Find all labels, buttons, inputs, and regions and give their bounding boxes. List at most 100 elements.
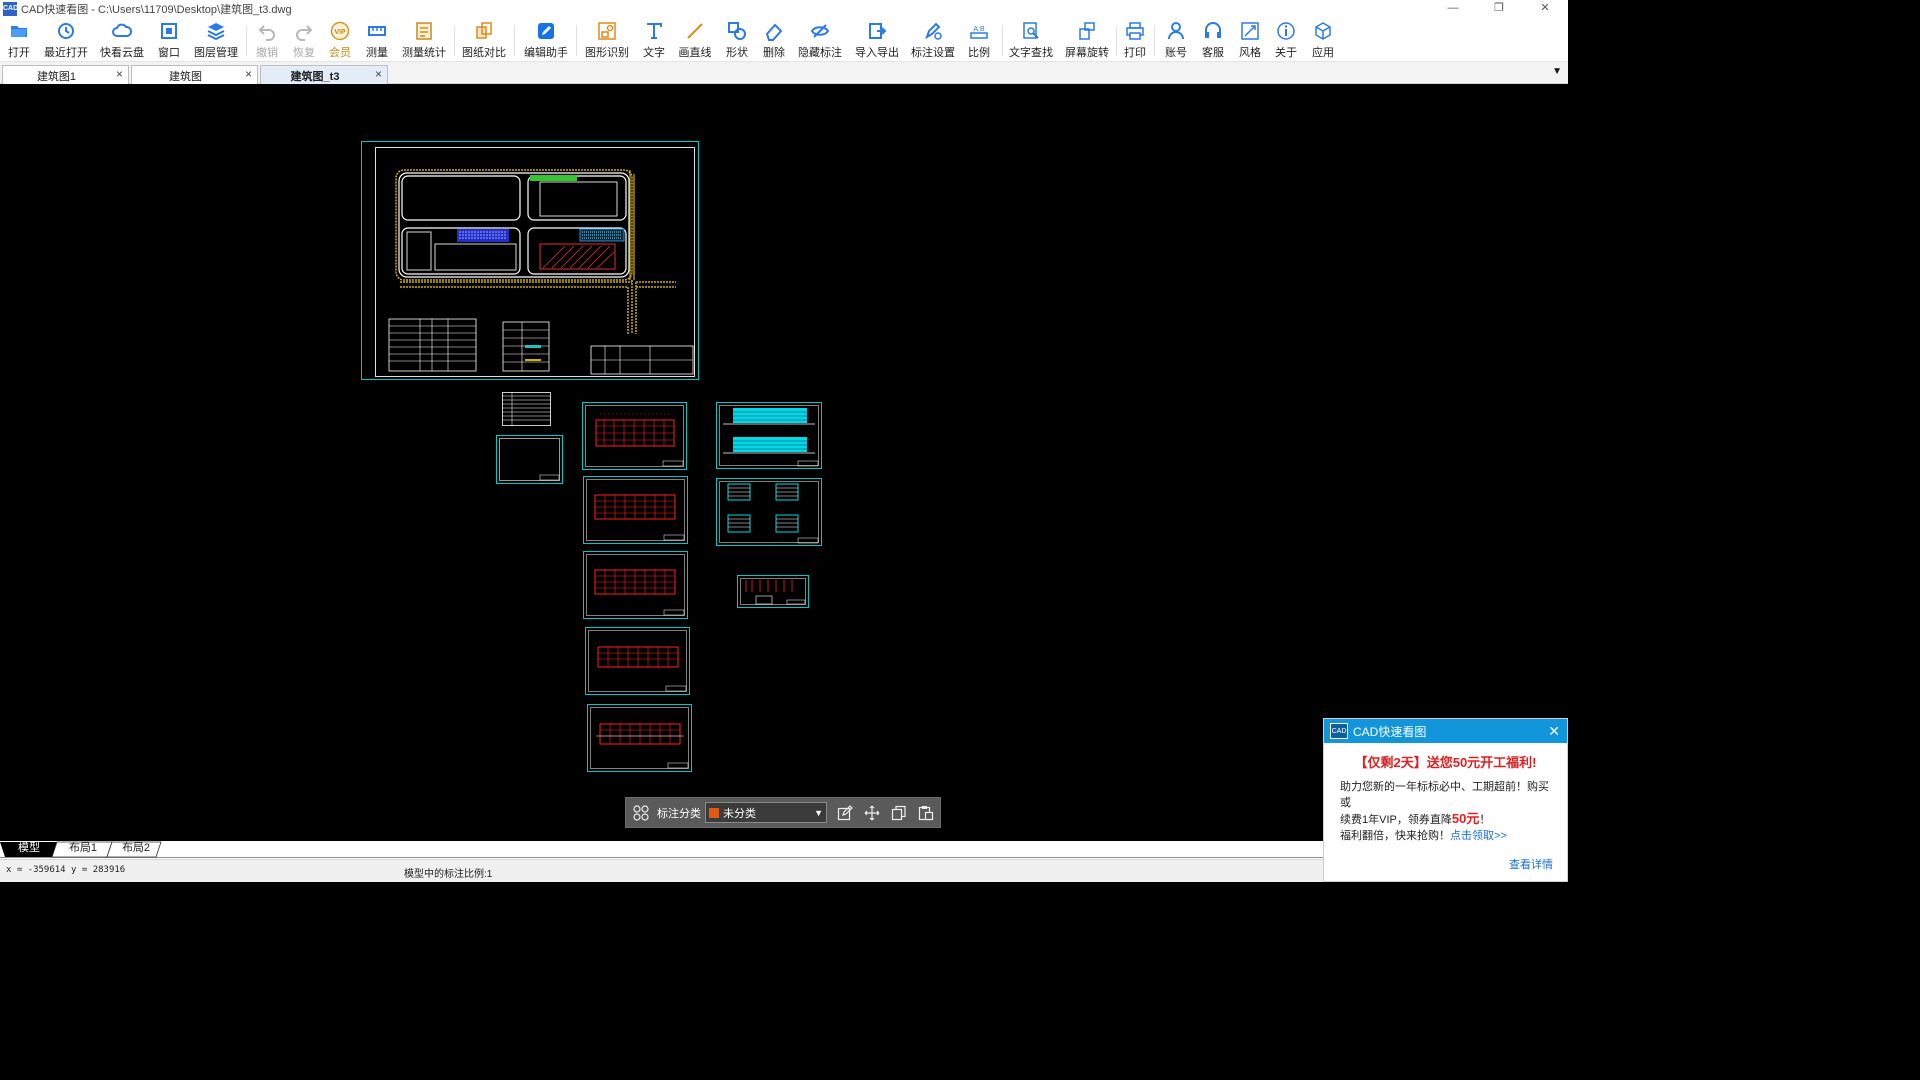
annotation-category-label: 标注分类 — [657, 807, 701, 820]
document-tab-active[interactable]: 建筑图_t3 × — [260, 65, 388, 84]
annotation-category-select[interactable]: 未分类 ▼ — [705, 802, 827, 823]
layout-tab-layout2[interactable]: 布局2 — [114, 841, 158, 857]
document-tab[interactable]: 建筑图 × — [131, 65, 258, 84]
toolbar-open-button[interactable]: 打开 — [4, 20, 34, 60]
rotate-icon — [1076, 20, 1098, 42]
vip-icon: VIP — [329, 20, 351, 42]
toolbar-about-button[interactable]: 关于 — [1271, 20, 1301, 60]
toolbar-scale-button[interactable]: A:B 比例 — [964, 20, 994, 60]
toolbar-divider — [1002, 26, 1003, 56]
toolbar-divider — [454, 26, 455, 56]
main-toolbar: 打开 最近打开 快看云盘 窗口 图层管理 撤销 恢复 VIP 会员 测量 测量统… — [0, 18, 1568, 62]
toolbar-import-export-button[interactable]: 导入导出 — [854, 20, 900, 60]
toolbar-text-button[interactable]: 文字 — [639, 20, 669, 60]
toolbar-measure-button[interactable]: 测量 — [362, 20, 392, 60]
app-logo-icon: CAD — [1330, 723, 1348, 739]
toolbar-delete-button[interactable]: 删除 — [759, 20, 789, 60]
section-sheet — [716, 478, 822, 546]
toolbar-rotate-button[interactable]: 屏幕旋转 — [1064, 20, 1110, 60]
undo-icon — [256, 20, 278, 42]
window-title: CAD快速看图 - C:\Users\11709\Desktop\建筑图_t3.… — [21, 4, 292, 16]
toolbar-compare-button[interactable]: 图纸对比 — [460, 20, 508, 60]
toolbar-recent-button[interactable]: 最近打开 — [42, 20, 90, 60]
minimize-button[interactable]: — — [1430, 0, 1476, 18]
scale-icon: A:B — [968, 20, 990, 42]
toolbar-vip-button[interactable]: VIP 会员 — [325, 20, 355, 60]
toolbar-divider — [246, 26, 247, 56]
toolbar-annotation-settings-button[interactable]: 标注设置 — [910, 20, 956, 60]
layers-icon — [205, 20, 227, 42]
toolbar-undo-button[interactable]: 撤销 — [252, 20, 282, 60]
toolbar-style-button[interactable]: 风格 — [1235, 20, 1265, 60]
close-tab-icon[interactable]: × — [116, 67, 123, 81]
copy-icon[interactable] — [887, 801, 911, 825]
toolbar-redo-button[interactable]: 恢复 — [289, 20, 319, 60]
paste-icon[interactable] — [914, 801, 938, 825]
toolbar-line-button[interactable]: 画直线 — [677, 20, 713, 60]
layout-tab-model[interactable]: 模型 — [8, 841, 50, 857]
toolbar-support-button[interactable]: 客服 — [1198, 20, 1228, 60]
toolbar-layers-button[interactable]: 图层管理 — [192, 20, 240, 60]
toolbar-shape-recognize-button[interactable]: 图形识别 — [583, 20, 631, 60]
close-button[interactable]: ✕ — [1522, 0, 1568, 18]
category-color-swatch — [709, 807, 719, 818]
folder-open-icon — [8, 20, 30, 42]
close-tab-icon[interactable]: × — [245, 67, 252, 81]
history-icon — [55, 20, 77, 42]
cad-viewer-window: CAD CAD快速看图 - C:\Users\11709\Desktop\建筑图… — [0, 0, 1568, 882]
layout-tab-layout1[interactable]: 布局1 — [61, 841, 105, 857]
chevron-down-icon: ▼ — [814, 807, 823, 818]
style-icon — [1239, 20, 1261, 42]
toolbar-print-button[interactable]: 打印 — [1120, 20, 1150, 60]
close-icon[interactable]: ✕ — [1548, 723, 1560, 740]
cloud-icon — [111, 20, 133, 42]
text-search-icon — [1020, 20, 1042, 42]
annotation-category-value: 未分类 — [723, 807, 756, 820]
shape-recognize-icon — [596, 20, 618, 42]
toolbar-shape-button[interactable]: 形状 — [722, 20, 752, 60]
window-fit-icon — [158, 20, 180, 42]
discount-amount: 50元 — [1451, 811, 1480, 826]
move-icon[interactable] — [860, 801, 884, 825]
app-logo-icon: CAD — [3, 2, 18, 16]
toolbar-text-search-button[interactable]: 文字查找 — [1008, 20, 1054, 60]
site-plan-sheet — [361, 141, 699, 380]
view-details-link[interactable]: 查看详情 — [1509, 856, 1553, 872]
tab-list-dropdown-icon[interactable]: ▼ — [1552, 66, 1562, 77]
ruler-icon — [366, 20, 388, 42]
maximize-button[interactable]: ❐ — [1476, 0, 1522, 18]
svg-text:A:B: A:B — [973, 26, 985, 33]
toolbar-apps-button[interactable]: 应用 — [1308, 20, 1338, 60]
toolbar-window-button[interactable]: 窗口 — [154, 20, 184, 60]
toolbar-account-button[interactable]: 账号 — [1161, 20, 1191, 60]
user-icon — [1165, 20, 1187, 42]
toolbar-divider — [514, 26, 515, 56]
claim-link[interactable]: 点击领取>> — [1450, 830, 1507, 842]
popup-line: 续费1年VIP，领券直降50元！ — [1340, 811, 1491, 826]
toolbar-hide-annotation-button[interactable]: 隐藏标注 — [797, 20, 843, 60]
toolbar-measure-stats-button[interactable]: 测量统计 — [400, 20, 448, 60]
close-tab-icon[interactable]: × — [375, 67, 382, 81]
popup-headline: 【仅剩2天】送您50元开工福利! — [1354, 755, 1537, 770]
detail-sheet — [737, 575, 809, 608]
grid-view-icon[interactable] — [629, 801, 653, 825]
eraser-icon — [763, 20, 785, 42]
info-icon — [1275, 20, 1297, 42]
annotation-scale-status: 模型中的标注比例:1 — [404, 869, 493, 880]
document-tab[interactable]: 建筑图1 × — [2, 65, 129, 84]
annotation-toolbar: 标注分类 未分类 ▼ — [625, 797, 941, 828]
headset-icon — [1202, 20, 1224, 42]
edit-assistant-icon — [535, 20, 557, 42]
schedule-sheet — [502, 392, 551, 426]
shape-icon — [726, 20, 748, 42]
edit-note-icon[interactable] — [833, 801, 857, 825]
toolbar-edit-assistant-button[interactable]: 编辑助手 — [522, 20, 570, 60]
printer-icon — [1124, 20, 1146, 42]
toolbar-cloud-button[interactable]: 快看云盘 — [98, 20, 146, 60]
elevation-sheet — [716, 402, 822, 469]
eye-hide-icon — [809, 20, 831, 42]
cursor-coordinates: x = -359614 y = 283916 — [6, 865, 126, 875]
floor-plan-sheet — [582, 402, 687, 470]
title-bar: CAD CAD快速看图 - C:\Users\11709\Desktop\建筑图… — [0, 0, 1568, 18]
cube-icon — [1312, 20, 1334, 42]
